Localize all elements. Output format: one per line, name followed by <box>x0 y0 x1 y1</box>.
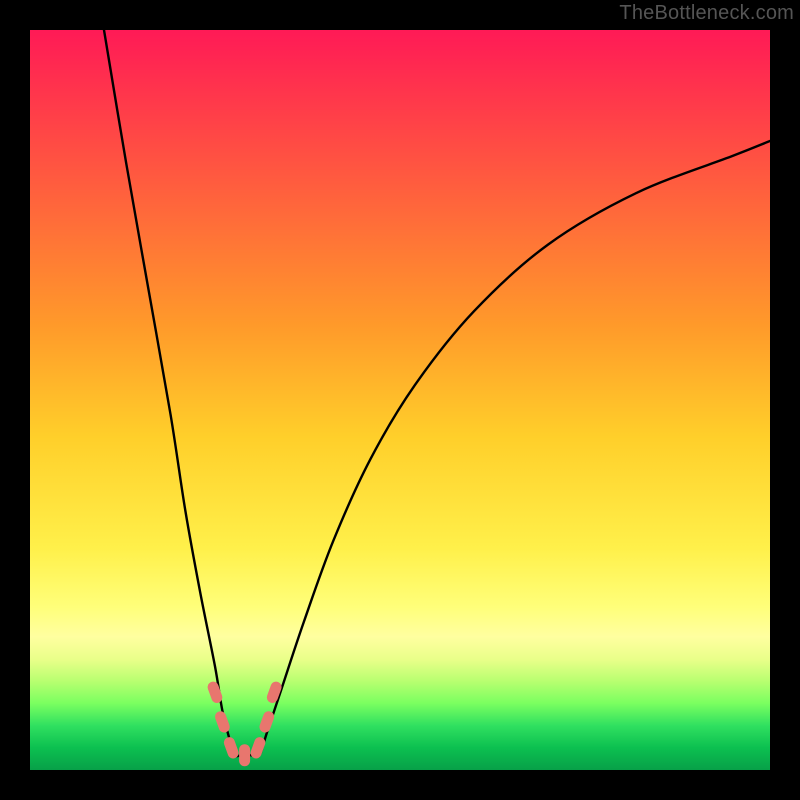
curve-path <box>104 30 770 757</box>
chart-plot-area <box>30 30 770 770</box>
curve-marker <box>213 710 231 734</box>
curve-marker <box>239 744 250 766</box>
bottleneck-curve <box>30 30 770 770</box>
watermark-text: TheBottleneck.com <box>619 2 794 25</box>
curve-markers <box>206 680 283 766</box>
